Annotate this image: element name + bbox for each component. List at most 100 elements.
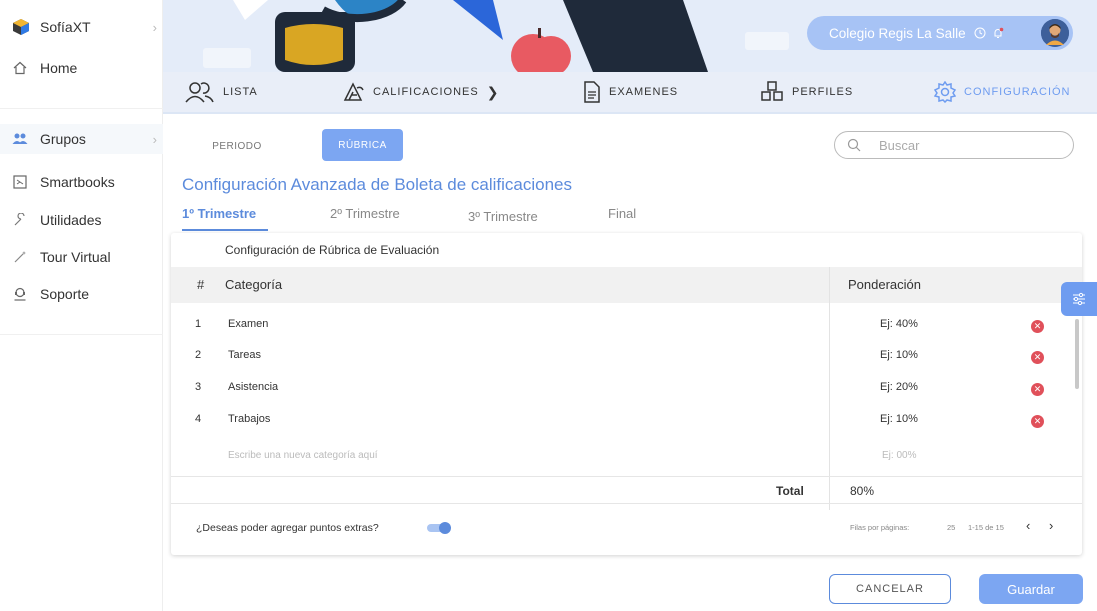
card-title: Configuración de Rúbrica de Evaluación <box>225 243 440 257</box>
chevron-left-icon[interactable]: ‹ <box>1026 518 1030 533</box>
tab-examenes[interactable]: EXAMENES <box>583 78 678 106</box>
sidebar-item-grupos[interactable]: Grupos › <box>12 131 157 147</box>
sliders-icon <box>1073 292 1085 306</box>
scrollbar[interactable] <box>1075 319 1079 389</box>
divider <box>0 334 163 335</box>
row-num: 4 <box>195 413 202 425</box>
tab-label: CONFIGURACIÓN <box>964 86 1071 98</box>
divider <box>171 503 1082 504</box>
table-row: 3 Asistencia Ej: 20% ✕ <box>171 372 1071 404</box>
toggle-knob <box>439 522 451 534</box>
sidebar: SofíaXT › Home Grupos › Smartbooks Utili… <box>0 0 163 611</box>
delete-icon[interactable]: ✕ <box>1031 415 1044 428</box>
tab-bar: LISTA CALIFICACIONES ❯ EXAMENES PERFILES… <box>163 72 1097 114</box>
tab-2-trimestre[interactable]: 2º Trimestre <box>330 206 400 221</box>
chevron-right-icon: › <box>152 20 157 35</box>
periodo-button[interactable]: PERIODO <box>200 132 274 160</box>
tab-final[interactable]: Final <box>608 206 636 221</box>
table-row: 2 Tareas Ej: 10% ✕ <box>171 340 1071 372</box>
sidebar-item-label: Soporte <box>40 286 90 302</box>
sidebar-item-tour-virtual[interactable]: Tour Virtual <box>12 249 157 265</box>
delete-icon[interactable]: ✕ <box>1031 320 1044 333</box>
weight-input[interactable]: Ej: 40% <box>880 318 918 330</box>
rows-per-page-select[interactable]: 25 <box>947 523 955 532</box>
tab-3-trimestre[interactable]: 3º Trimestre <box>468 209 538 224</box>
column-header-weight: Ponderación <box>848 277 921 292</box>
extras-toggle[interactable] <box>427 522 451 534</box>
search-placeholder: Buscar <box>879 137 920 153</box>
category-input[interactable]: Trabajos <box>228 413 270 425</box>
search-icon <box>847 138 861 152</box>
avatar[interactable] <box>1041 19 1069 47</box>
sidebar-item-label: Grupos <box>40 131 86 147</box>
brand-switcher[interactable]: SofíaXT › <box>12 18 157 36</box>
tab-label: EXAMENES <box>609 86 679 98</box>
tab-perfiles[interactable]: PERFILES <box>760 78 853 106</box>
magic-wand-icon <box>12 249 28 265</box>
tab-lista[interactable]: LISTA <box>185 78 258 106</box>
sidebar-item-label: Utilidades <box>40 212 102 228</box>
support-icon <box>12 286 28 302</box>
people-icon <box>185 82 214 103</box>
table-row: 4 Trabajos Ej: 10% ✕ <box>171 404 1071 436</box>
weight-input[interactable]: Ej: 10% <box>880 413 918 425</box>
cancel-button[interactable]: CANCELAR <box>829 574 951 604</box>
total-label: Total <box>776 484 804 498</box>
sidebar-item-label: Tour Virtual <box>40 249 111 265</box>
cubes-icon <box>761 81 783 101</box>
search-input[interactable]: Buscar <box>834 131 1074 159</box>
document-icon <box>584 81 600 103</box>
column-header-category: Categoría <box>225 277 283 292</box>
delete-icon[interactable]: ✕ <box>1031 351 1044 364</box>
new-weight-input[interactable]: Ej: 00% <box>882 450 916 461</box>
pagination-range: 1-15 de 15 <box>968 523 1004 532</box>
bell-icon[interactable] <box>992 27 1004 39</box>
sidebar-item-label: Smartbooks <box>40 174 115 190</box>
row-num: 2 <box>195 349 202 361</box>
header-banner: Colegio Regis La Salle <box>163 0 1097 72</box>
sidebar-item-utilidades[interactable]: Utilidades <box>12 212 157 228</box>
school-selector[interactable]: Colegio Regis La Salle <box>807 16 1073 50</box>
weight-input[interactable]: Ej: 20% <box>880 381 918 393</box>
brand-logo-icon <box>13 19 29 35</box>
rubrica-button[interactable]: RÚBRICA <box>322 129 403 161</box>
home-icon <box>12 60 28 76</box>
tab-label: PERFILES <box>792 86 854 98</box>
tab-label: CALIFICACIONES <box>373 86 479 98</box>
category-input[interactable]: Examen <box>228 318 268 330</box>
chevron-right-icon: ❯ <box>486 83 500 100</box>
new-category-input[interactable]: Escribe una nueva categoría aquí <box>228 450 378 461</box>
sidebar-item-smartbooks[interactable]: Smartbooks <box>12 174 157 190</box>
tab-label: LISTA <box>223 86 258 98</box>
sidebar-item-soporte[interactable]: Soporte <box>12 286 157 302</box>
category-input[interactable]: Tareas <box>228 349 261 361</box>
column-header-num: # <box>197 277 205 292</box>
save-button[interactable]: Guardar <box>979 574 1083 604</box>
sidebar-item-home[interactable]: Home <box>12 60 157 76</box>
book-icon <box>12 174 28 190</box>
brand-name: SofíaXT <box>40 19 91 35</box>
filter-button[interactable] <box>1061 282 1097 316</box>
total-value: 80% <box>850 484 875 498</box>
extras-question: ¿Deseas poder agregar puntos extras? <box>196 522 379 534</box>
category-input[interactable]: Asistencia <box>228 381 278 393</box>
active-tab-indicator <box>182 229 268 231</box>
row-num: 1 <box>195 318 202 330</box>
table-header: # Categoría Ponderación <box>171 267 1082 303</box>
row-num: 3 <box>195 381 202 393</box>
table-row: 1 Examen Ej: 40% ✕ <box>171 309 1071 341</box>
school-name: Colegio Regis La Salle <box>829 25 966 41</box>
page-title: Configuración Avanzada de Boleta de cali… <box>182 175 573 194</box>
divider <box>171 476 1082 477</box>
delete-icon[interactable]: ✕ <box>1031 383 1044 396</box>
gear-icon <box>934 81 956 103</box>
rubric-card: Configuración de Rúbrica de Evaluación #… <box>171 233 1082 555</box>
chevron-right-icon: › <box>152 131 157 147</box>
grade-icon <box>343 82 364 101</box>
tab-1-trimestre[interactable]: 1º Trimestre <box>182 206 256 221</box>
weight-input[interactable]: Ej: 10% <box>880 349 918 361</box>
tab-calificaciones[interactable]: CALIFICACIONES ❯ <box>343 78 499 106</box>
new-category-row: Escribe una nueva categoría aquí Ej: 00% <box>171 441 1071 473</box>
chevron-right-icon[interactable]: › <box>1049 518 1053 533</box>
tab-configuracion[interactable]: CONFIGURACIÓN <box>934 78 1071 106</box>
